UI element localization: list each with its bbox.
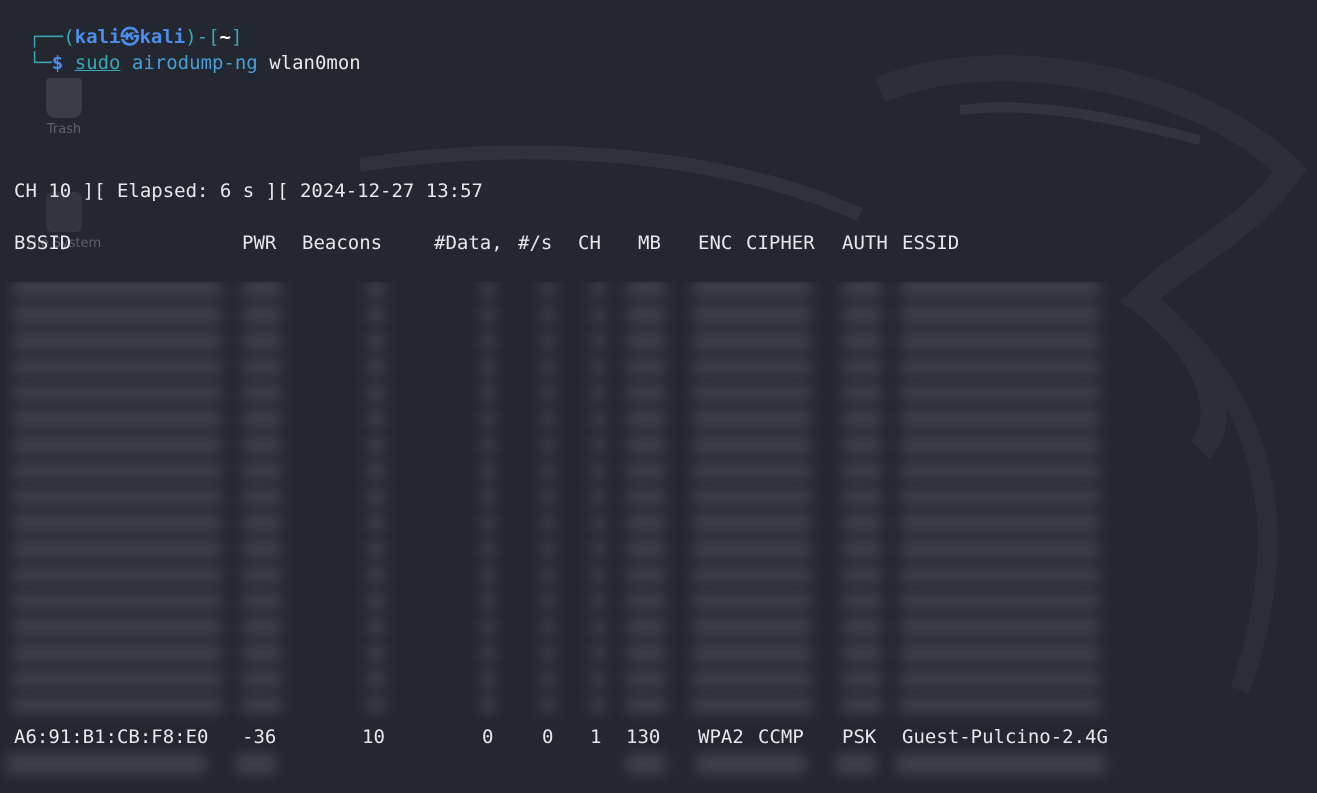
trash-icon	[46, 78, 82, 118]
redacted-auth-column	[842, 282, 882, 722]
row-bssid: A6:91:B1:CB:F8:E0	[14, 726, 209, 748]
redacted-enc-cipher-column	[692, 282, 812, 722]
prompt-line-2: └─$ sudo airodump-ng wlan0mon	[6, 24, 361, 76]
redacted-pwr-column	[242, 282, 282, 722]
prompt-dollar: $	[51, 52, 64, 74]
redacted-essid-column	[900, 282, 1100, 722]
desktop-icon-label: Trash	[46, 122, 82, 137]
col-bssid: BSSID	[14, 232, 72, 254]
redacted-data-column	[480, 282, 496, 722]
redacted-bssid-column	[12, 282, 222, 722]
row-auth: PSK	[842, 726, 877, 748]
col-pwr: PWR	[242, 232, 277, 254]
redacted-ch-column	[590, 282, 606, 722]
row-data: 0	[482, 726, 494, 748]
col-data: #Data,	[434, 232, 503, 254]
col-auth: AUTH	[842, 232, 888, 254]
col-enc: ENC	[698, 232, 733, 254]
col-per-s: #/s	[518, 232, 553, 254]
redacted-per-s-column	[540, 282, 556, 722]
col-essid: ESSID	[902, 232, 960, 254]
row-pwr: -36	[242, 726, 277, 748]
command-interface-arg: wlan0mon	[269, 52, 361, 74]
redacted-beacons-column	[366, 282, 386, 722]
command-sudo: sudo	[74, 52, 121, 74]
col-beacons: Beacons	[302, 232, 383, 254]
row-enc: WPA2	[698, 726, 744, 748]
row-ch: 1	[590, 726, 602, 748]
redacted-row-bottom	[6, 754, 1106, 774]
redacted-network-rows	[6, 282, 1136, 722]
col-mb: MB	[638, 232, 661, 254]
row-essid: Guest-Pulcino-2.4G	[902, 726, 1108, 748]
col-cipher: CIPHER	[746, 232, 815, 254]
redacted-mb-column	[626, 282, 666, 722]
col-ch: CH	[578, 232, 601, 254]
row-cipher: CCMP	[758, 726, 804, 748]
row-mb: 130	[626, 726, 661, 748]
desktop-icon-trash[interactable]: Trash	[24, 78, 104, 137]
command-airodump: airodump-ng	[131, 52, 258, 74]
prompt-corner-bottom: └─	[28, 52, 52, 74]
airodump-status-line: CH 10 ][ Elapsed: 6 s ][ 2024-12-27 13:5…	[14, 180, 483, 202]
row-per-s: 0	[542, 726, 554, 748]
row-beacons: 10	[362, 726, 385, 748]
